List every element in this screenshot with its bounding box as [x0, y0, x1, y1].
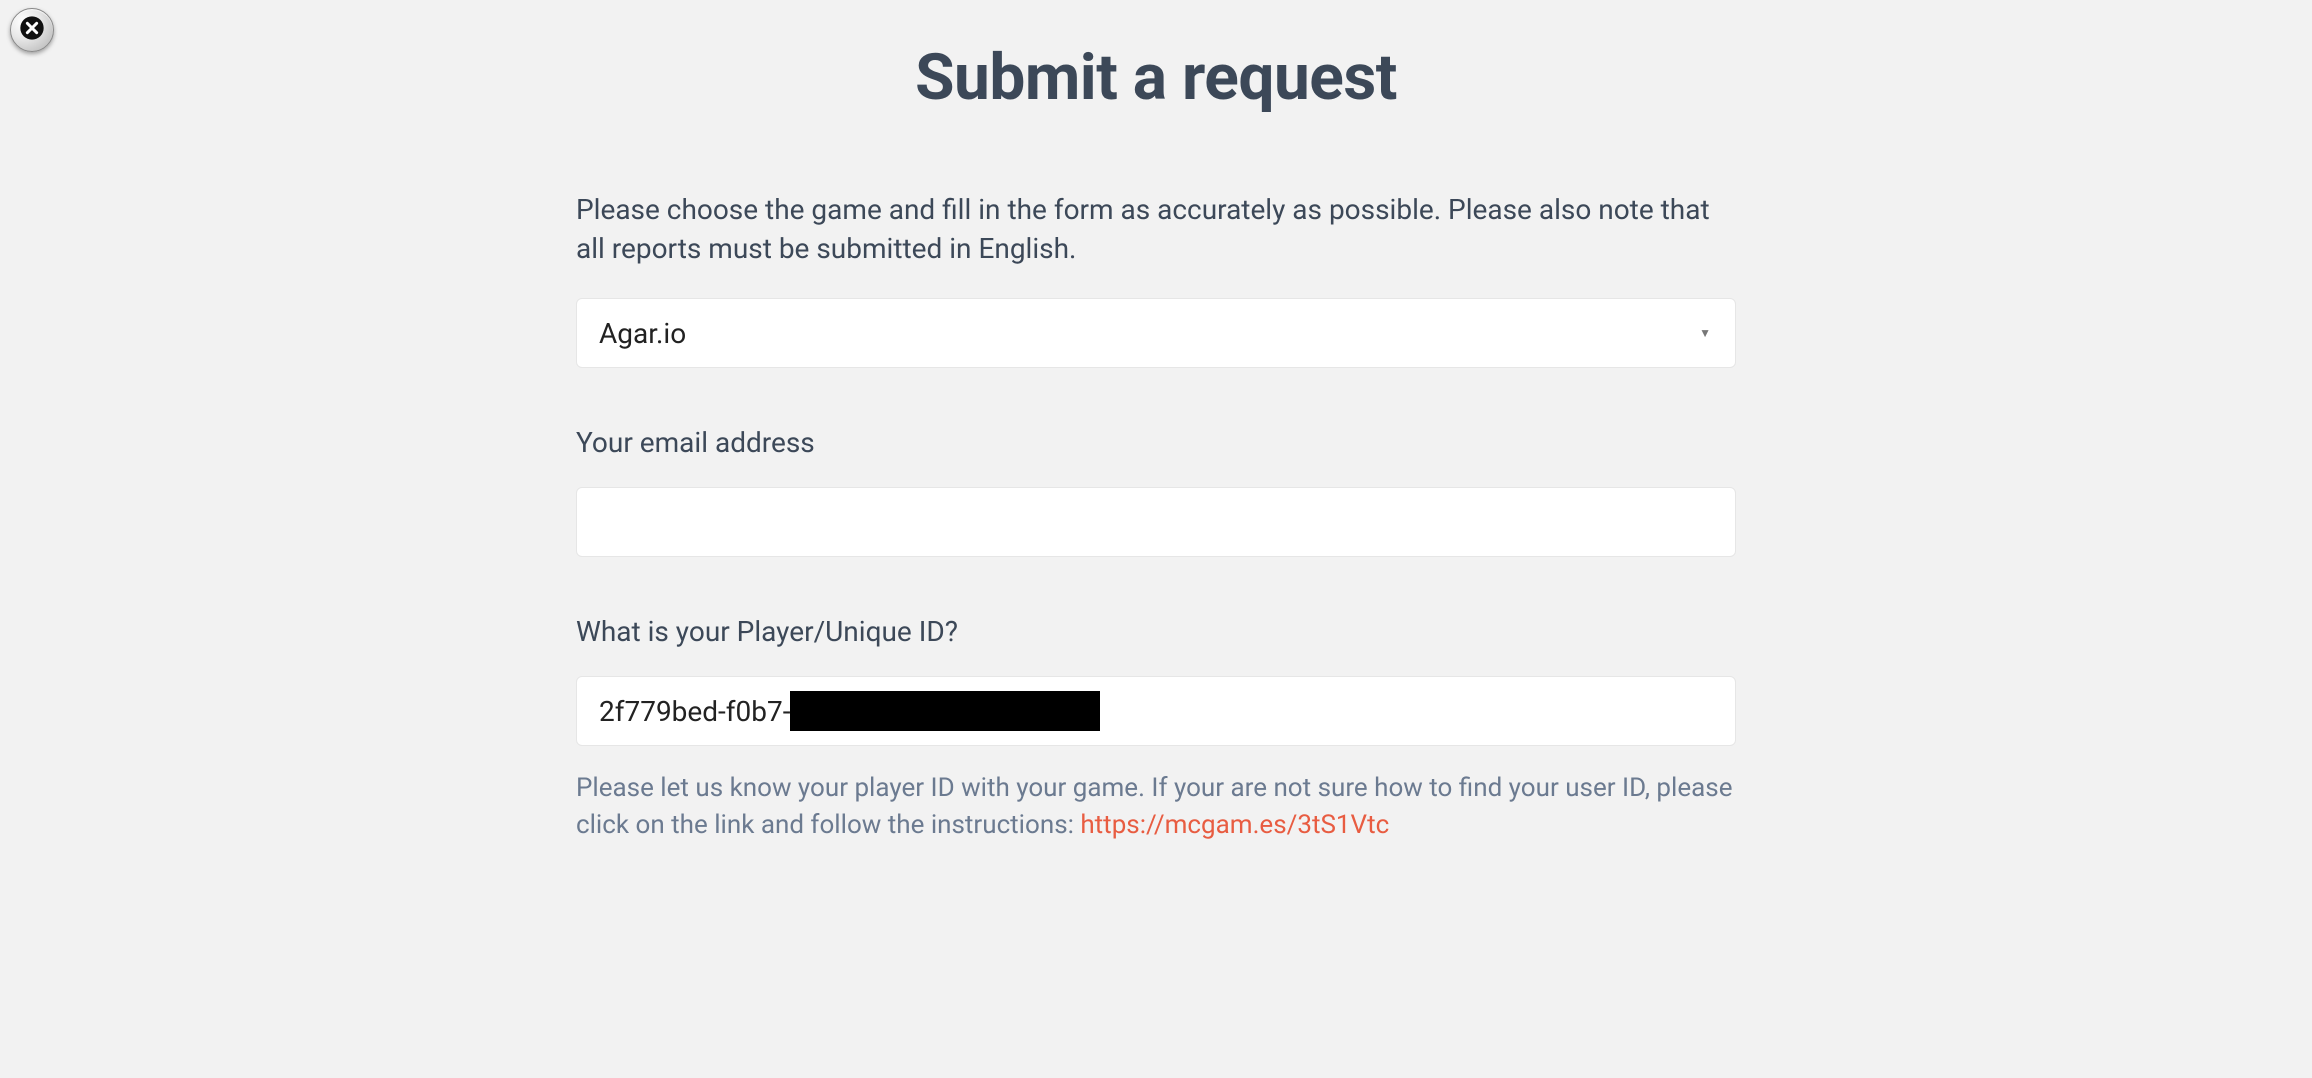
- player-id-hint: Please let us know your player ID with y…: [576, 770, 1736, 844]
- page-title: Submit a request: [576, 40, 1736, 115]
- email-field-wrap: Your email address: [576, 426, 1736, 557]
- player-id-hint-link[interactable]: https://mcgam.es/3tS1Vtc: [1080, 810, 1389, 840]
- email-field[interactable]: [576, 487, 1736, 557]
- email-label: Your email address: [576, 426, 1736, 459]
- intro-text: Please choose the game and fill in the f…: [576, 190, 1736, 268]
- game-select-field: Agar.io ▼: [576, 298, 1736, 368]
- player-id-visible-value: 2f779bed-f0b7-: [599, 695, 790, 728]
- game-select[interactable]: Agar.io ▼: [576, 298, 1736, 368]
- game-select-value: Agar.io: [599, 317, 686, 350]
- close-icon: [18, 14, 46, 46]
- request-form-container: Submit a request Please choose the game …: [576, 0, 1736, 844]
- player-id-field-wrap: What is your Player/Unique ID? 2f779bed-…: [576, 615, 1736, 844]
- player-id-field[interactable]: 2f779bed-f0b7-: [576, 676, 1736, 746]
- close-button[interactable]: [10, 8, 54, 52]
- player-id-label: What is your Player/Unique ID?: [576, 615, 1736, 648]
- chevron-down-icon: ▼: [1699, 326, 1711, 340]
- redaction-block: [790, 691, 1100, 731]
